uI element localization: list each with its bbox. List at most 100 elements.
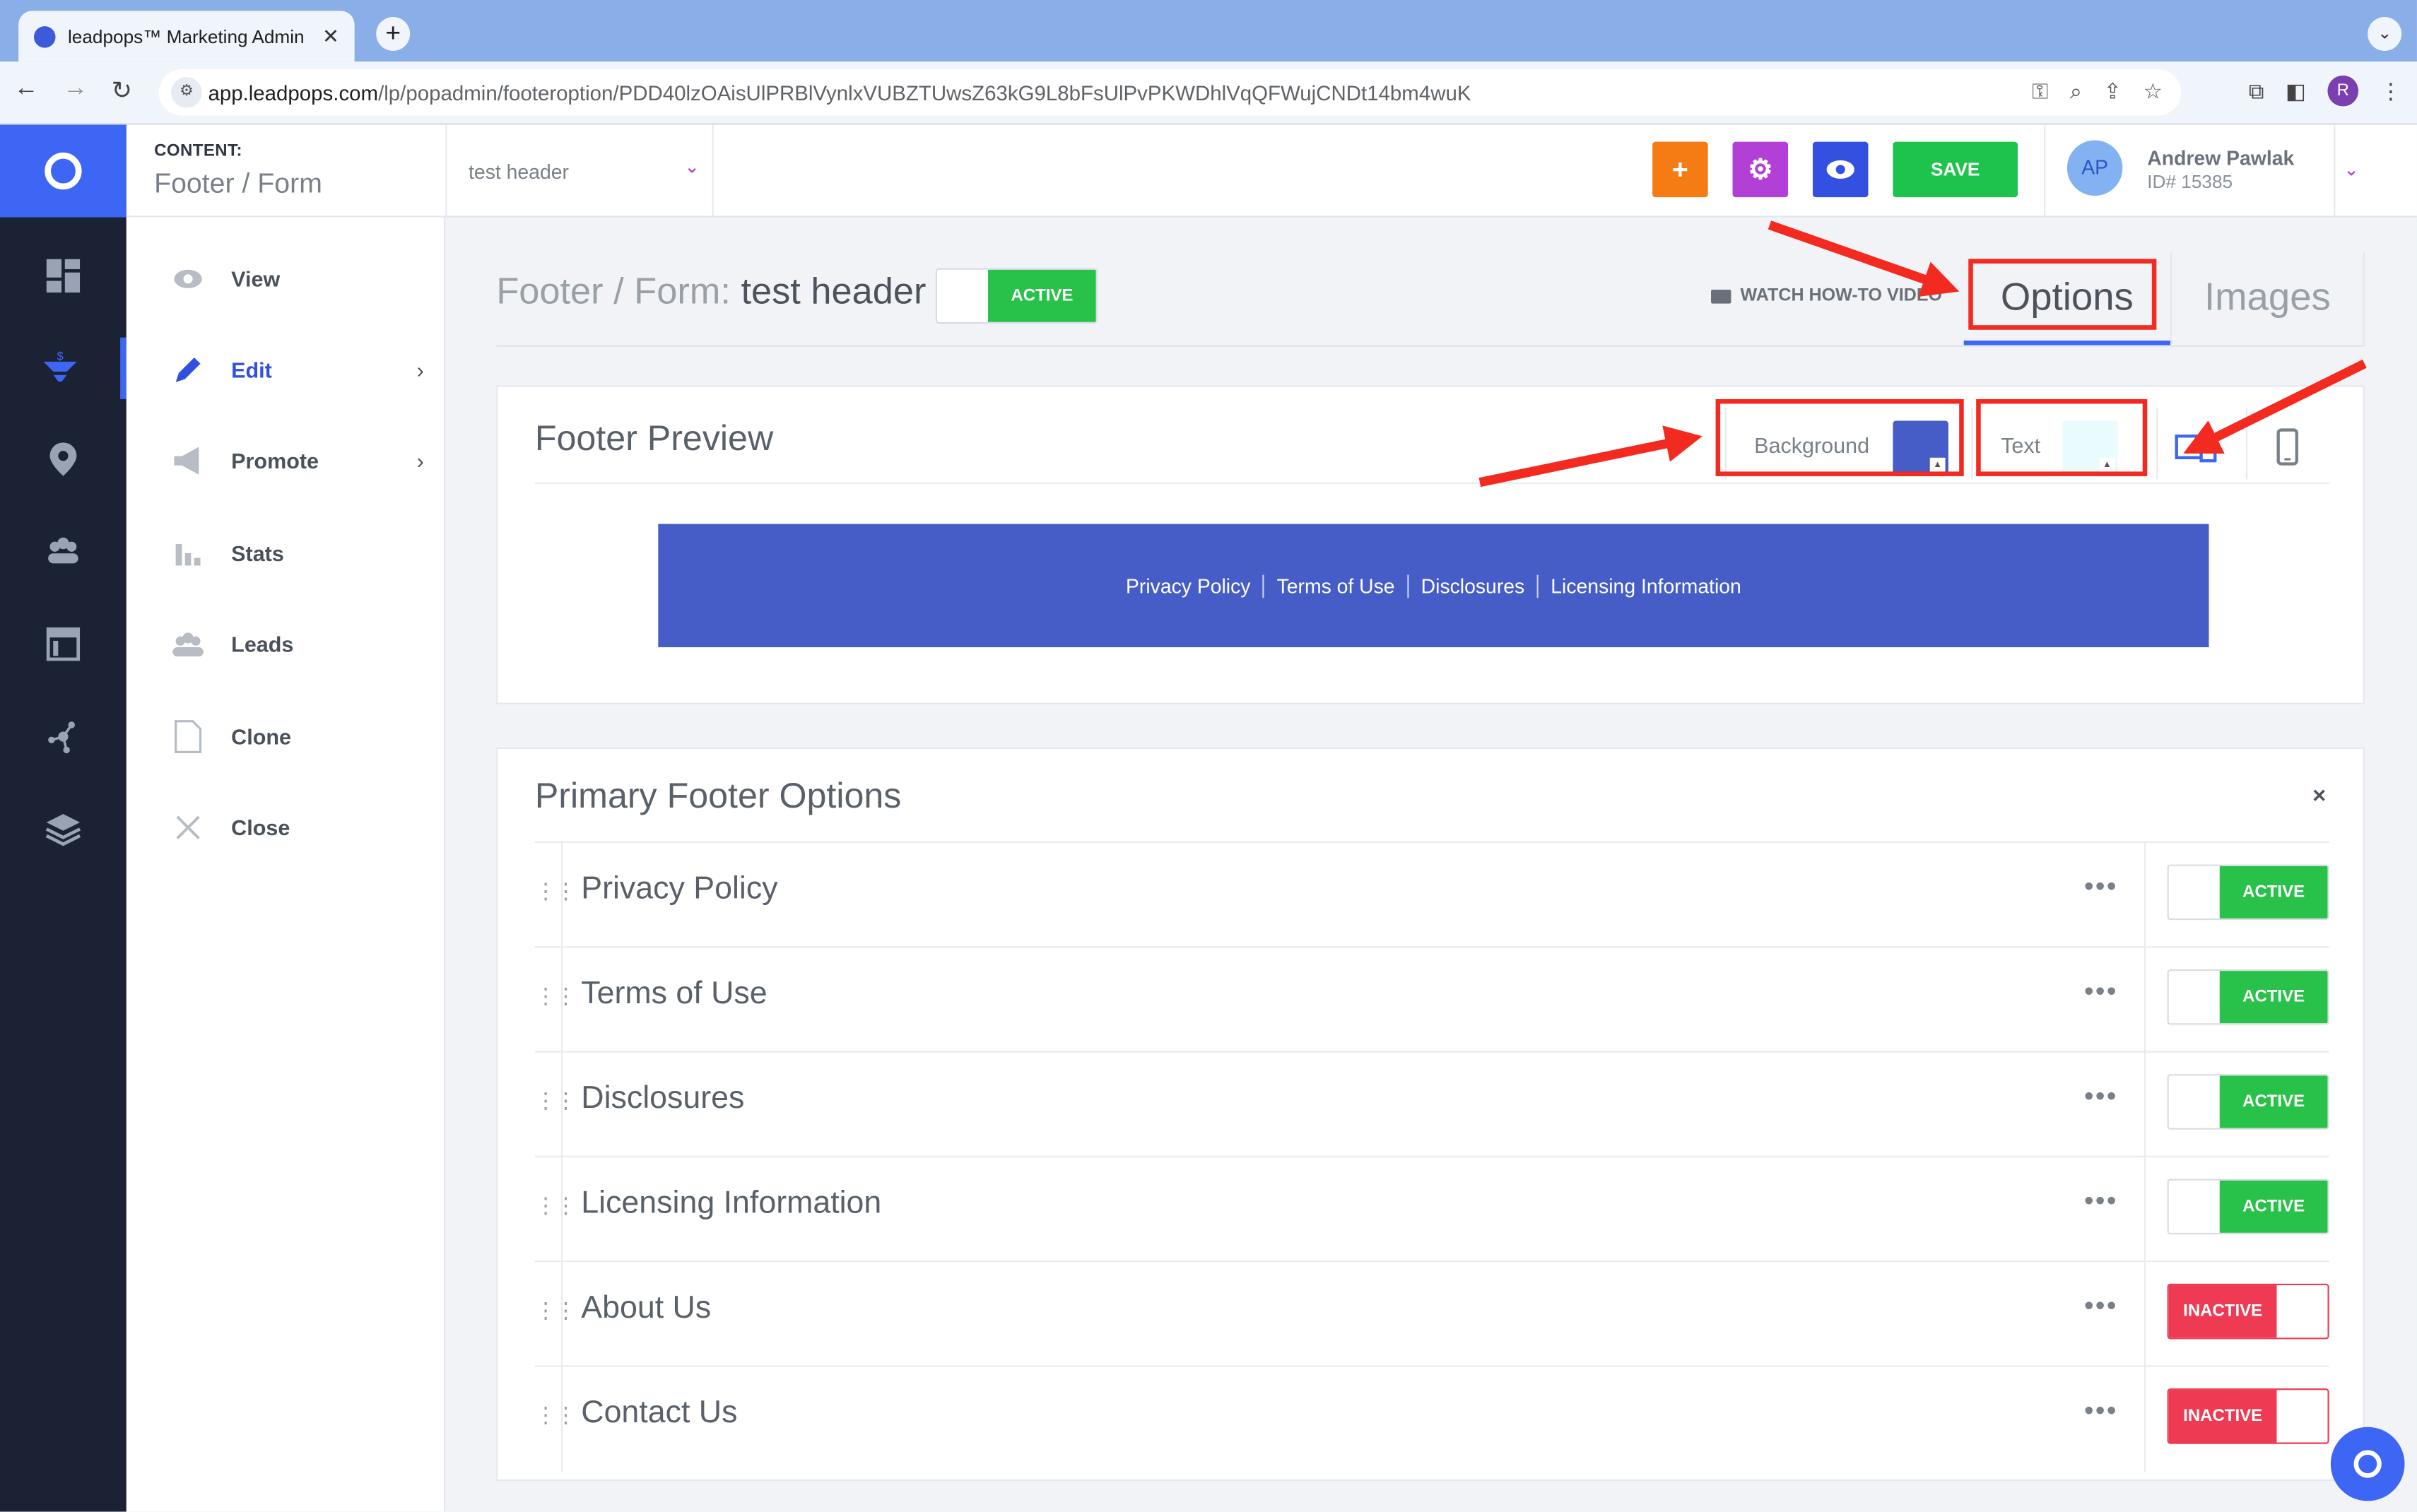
address-bar[interactable]: ⚙ app.leadpops.com/lp/popadmin/footeropt… — [158, 69, 2182, 116]
toggle-state-label: ACTIVE — [2219, 1180, 2328, 1233]
add-button[interactable]: + — [1652, 141, 1708, 198]
footer-option-row: ⋮⋮ Contact Us ••• INACTIVE — [534, 1365, 2329, 1472]
svg-text:$: $ — [57, 349, 63, 362]
footer-link[interactable]: Licensing Information — [1536, 574, 1754, 598]
new-tab-button[interactable]: + — [376, 16, 411, 51]
drag-handle-icon[interactable]: ⋮⋮ — [535, 983, 577, 1017]
more-options-icon[interactable]: ••• — [2084, 1080, 2118, 1113]
settings-button[interactable]: ⚙ — [1732, 141, 1789, 198]
menu-item-edit[interactable]: Edit › — [127, 339, 445, 401]
footer-option-row: ⋮⋮ Disclosures ••• ACTIVE — [534, 1051, 2329, 1158]
watch-video-link[interactable]: WATCH HOW-TO VIDEO — [1711, 287, 1942, 305]
funnels-icon[interactable]: $ — [0, 337, 127, 399]
option-status-toggle[interactable]: ACTIVE — [2167, 1179, 2329, 1235]
footer-link[interactable]: Terms of Use — [1262, 574, 1407, 598]
option-status-toggle[interactable]: ACTIVE — [2167, 1074, 2329, 1130]
content-breadcrumb: Footer / Form — [154, 167, 322, 199]
browser-tab[interactable]: leadpops™ Marketing Admin | ✕ — [18, 11, 355, 62]
browser-menu-icon[interactable]: ⋮ — [2380, 78, 2402, 104]
menu-item-clone[interactable]: Clone — [127, 706, 445, 767]
password-key-icon[interactable]: ⚿ — [2032, 78, 2048, 105]
option-status-toggle[interactable]: INACTIVE — [2167, 1283, 2329, 1340]
option-status-toggle[interactable]: ACTIVE — [2167, 969, 2329, 1025]
menu-item-label: Leads — [231, 632, 294, 657]
menu-item-label: Clone — [231, 724, 291, 750]
save-button[interactable]: SAVE — [1893, 141, 2018, 198]
plus-icon: + — [1671, 153, 1688, 184]
side-panel-icon[interactable]: ◧ — [2286, 78, 2306, 104]
footer-link[interactable]: Privacy Policy — [1114, 574, 1263, 597]
menu-item-label: Stats — [231, 541, 284, 566]
menu-item-label: Edit — [231, 358, 272, 382]
desktop-icon — [2175, 435, 2217, 463]
site-info-icon[interactable]: ⚙ — [171, 77, 202, 108]
app-icon-sidebar: $ — [0, 124, 127, 1512]
chat-logo-icon — [2353, 1450, 2382, 1478]
bookmark-star-icon[interactable]: ☆ — [2143, 78, 2163, 105]
option-status-toggle[interactable]: INACTIVE — [2167, 1388, 2329, 1444]
menu-item-leads[interactable]: Leads — [127, 613, 445, 675]
megaphone-icon — [170, 442, 206, 479]
primary-footer-options-title: Primary Footer Options — [534, 775, 902, 815]
mobile-view-toggle[interactable] — [2245, 408, 2332, 480]
mobile-icon — [2276, 428, 2299, 466]
menu-item-close[interactable]: Close — [127, 797, 445, 858]
more-options-icon[interactable]: ••• — [2084, 976, 2118, 1008]
profile-avatar[interactable]: R — [2327, 75, 2359, 107]
share-icon[interactable]: ⇪ — [2104, 78, 2122, 105]
user-menu-chevron-icon[interactable]: ⌄ — [2334, 124, 2368, 218]
back-icon[interactable]: ← — [9, 76, 43, 103]
menu-item-label: Close — [231, 815, 290, 840]
funnel-menu: View Edit › Promote › Stats Leads Clone … — [126, 217, 446, 1512]
more-options-icon[interactable]: ••• — [2084, 1290, 2118, 1323]
extensions-icon[interactable]: ⧉ — [2249, 78, 2264, 104]
option-status-toggle[interactable]: ACTIVE — [2167, 864, 2329, 921]
funnel-status-toggle[interactable]: ACTIVE — [935, 268, 1098, 324]
forward-icon[interactable]: → — [59, 76, 93, 103]
option-name: Terms of Use — [581, 975, 768, 1011]
drag-handle-icon[interactable]: ⋮⋮ — [535, 1193, 577, 1227]
funnel-select[interactable]: test header ⌄ — [445, 124, 714, 218]
drag-handle-icon[interactable]: ⋮⋮ — [535, 1297, 577, 1332]
annotation-box-background — [1715, 398, 1964, 476]
websites-icon[interactable] — [0, 613, 127, 675]
toggle-knob — [937, 269, 989, 322]
integrations-icon[interactable] — [0, 706, 127, 767]
layers-icon[interactable] — [0, 798, 127, 860]
more-options-icon[interactable]: ••• — [2084, 1185, 2118, 1217]
close-tab-icon[interactable]: ✕ — [322, 24, 339, 49]
desktop-view-toggle[interactable] — [2156, 408, 2246, 480]
funnel-select-value: test header — [469, 160, 569, 184]
video-camera-icon — [1711, 288, 1731, 303]
drag-handle-icon[interactable]: ⋮⋮ — [535, 1087, 577, 1122]
more-options-icon[interactable]: ••• — [2084, 870, 2118, 903]
contacts-icon[interactable] — [0, 521, 127, 582]
user-name: Andrew Pawlak — [2147, 146, 2295, 170]
close-icon[interactable]: × — [2312, 783, 2326, 809]
annotation-box-options — [1968, 259, 2157, 330]
divider — [534, 482, 2329, 484]
url-text: app.leadpops.com/lp/popadmin/footeroptio… — [208, 81, 1471, 105]
chat-widget-button[interactable] — [2330, 1427, 2405, 1501]
tab-images[interactable]: Images — [2170, 252, 2365, 345]
tab-search-icon[interactable]: ⌄ — [2368, 16, 2402, 51]
menu-item-label: Promote — [231, 448, 319, 473]
footer-option-row: ⋮⋮ About Us ••• INACTIVE — [534, 1260, 2329, 1367]
reload-icon[interactable]: ↻ — [105, 76, 139, 107]
toggle-state-label: ACTIVE — [2219, 971, 2328, 1024]
menu-item-stats[interactable]: Stats — [127, 522, 445, 584]
preview-button[interactable] — [1812, 141, 1869, 198]
footer-link[interactable]: Disclosures — [1407, 574, 1537, 598]
eye-icon — [170, 261, 206, 297]
zoom-icon[interactable]: ⌕ — [2070, 78, 2082, 105]
menu-item-view[interactable]: View — [127, 248, 445, 309]
location-icon[interactable] — [0, 428, 127, 490]
user-avatar[interactable]: AP — [2066, 140, 2123, 196]
menu-item-promote[interactable]: Promote › — [127, 430, 445, 492]
dashboard-icon[interactable] — [0, 245, 127, 307]
drag-handle-icon[interactable]: ⋮⋮ — [535, 878, 577, 913]
more-options-icon[interactable]: ••• — [2084, 1395, 2118, 1427]
leadpops-logo[interactable] — [0, 124, 127, 218]
bar-chart-icon — [170, 535, 206, 572]
drag-handle-icon[interactable]: ⋮⋮ — [535, 1402, 577, 1436]
